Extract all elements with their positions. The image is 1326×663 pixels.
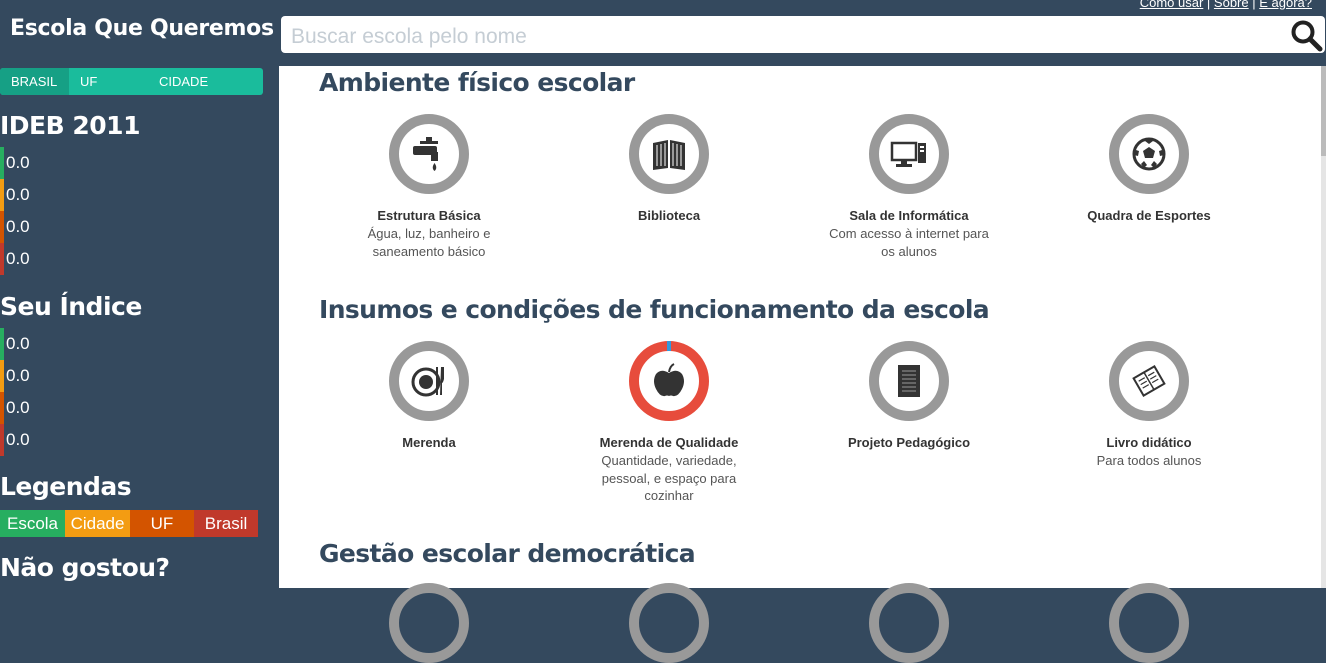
item-subtitle: Com acesso à internet para os alunos [829, 226, 989, 259]
indice-value-cidade: 0.0 [0, 360, 60, 392]
indicator-ring [629, 114, 709, 194]
indicator-ring [389, 114, 469, 194]
plate-icon [411, 367, 444, 397]
link-sobre[interactable]: Sobre [1214, 0, 1249, 10]
cidade-color-bar [0, 179, 4, 211]
item-subtitle: Quantidade, variedade, pessoal, e espaço… [601, 453, 737, 503]
indice-value-brasil: 0.0 [0, 424, 60, 456]
item-label: Projeto Pedagógico [847, 435, 971, 450]
nao-gostou-title[interactable]: Não gostou? [0, 553, 170, 582]
escola-color-bar [0, 147, 4, 179]
item-label: Merenda de Qualidade [599, 435, 739, 450]
indicator-ring [389, 341, 469, 421]
item-label: Quadra de Esportes [1087, 208, 1211, 223]
section-title-ambiente: Ambiente físico escolar [319, 68, 635, 97]
textbook-icon [1132, 364, 1166, 398]
search-input[interactable] [291, 22, 1281, 52]
indicator-ring [629, 341, 709, 421]
top-links: Como usar | Sobre | E agora? [1140, 0, 1312, 10]
scope-tab-cidade[interactable]: CIDADE [149, 68, 263, 95]
main-content: Ambiente físico escolar Estrutura Básica… [279, 66, 1326, 663]
apple-icon [654, 363, 684, 397]
scope-tab-brasil[interactable]: BRASIL [0, 68, 69, 95]
item-label: Estrutura Básica [377, 208, 481, 223]
legend-cidade: Cidade [65, 510, 130, 537]
legend-uf: UF [130, 510, 194, 537]
indicator-ring [1109, 341, 1189, 421]
indicator-ring[interactable] [1109, 583, 1189, 663]
top-bar: Escola Que Queremos Como usar | Sobre | … [0, 0, 1326, 66]
ideb-value-escola: 0.0 [0, 147, 60, 179]
book-icon [653, 140, 685, 170]
ideb-value-cidade: 0.0 [0, 179, 60, 211]
indice-value-uf: 0.0 [0, 392, 60, 424]
link-como-usar[interactable]: Como usar [1140, 0, 1204, 10]
search-box [281, 16, 1325, 53]
section-title-insumos: Insumos e condições de funcionamento da … [319, 295, 990, 324]
scrollbar-thumb[interactable] [1321, 66, 1326, 156]
ideb-title: IDEB 2011 [0, 111, 140, 140]
link-e-agora[interactable]: E agora? [1259, 0, 1312, 10]
legendas-title: Legendas [0, 472, 132, 501]
computer-icon [890, 141, 926, 167]
legend-brasil: Brasil [194, 510, 258, 537]
scope-tab-uf[interactable]: UF [69, 68, 149, 95]
cidade-color-bar [0, 360, 4, 392]
scope-tabs: BRASIL UF CIDADE [0, 68, 263, 95]
ideb-value-uf: 0.0 [0, 211, 60, 243]
notebook-icon [898, 365, 920, 397]
indicator-ring [869, 341, 949, 421]
indicator-ring[interactable] [389, 583, 469, 663]
search-icon[interactable] [1289, 18, 1323, 52]
legend-escola: Escola [0, 510, 65, 537]
item-label: Livro didático [1106, 435, 1192, 450]
brand-title[interactable]: Escola Que Queremos [10, 16, 274, 41]
brasil-color-bar [0, 424, 4, 456]
item-subtitle: Água, luz, banheiro e saneamento básico [367, 226, 491, 259]
soccer-ball-icon [1132, 137, 1166, 171]
brasil-color-bar [0, 243, 4, 275]
uf-color-bar [0, 392, 4, 424]
scrollbar[interactable] [1321, 66, 1326, 588]
indicator-ring [1109, 114, 1189, 194]
section-title-gestao: Gestão escolar democrática [319, 539, 696, 568]
item-label: Merenda [402, 435, 456, 450]
indice-value-escola: 0.0 [0, 328, 60, 360]
ideb-value-brasil: 0.0 [0, 243, 60, 275]
seu-indice-title: Seu Índice [0, 292, 142, 321]
faucet-icon [413, 137, 438, 171]
indicator-ring [869, 114, 949, 194]
progress-marker [667, 341, 671, 351]
item-label: Sala de Informática [849, 208, 969, 223]
item-subtitle: Para todos alunos [1096, 453, 1202, 468]
indicator-ring[interactable] [869, 583, 949, 663]
sidebar: BRASIL UF CIDADE IDEB 2011 0.0 0.0 0.0 0… [0, 66, 279, 588]
indicator-ring[interactable] [629, 583, 709, 663]
item-label: Biblioteca [637, 208, 701, 223]
escola-color-bar [0, 328, 4, 360]
uf-color-bar [0, 211, 4, 243]
